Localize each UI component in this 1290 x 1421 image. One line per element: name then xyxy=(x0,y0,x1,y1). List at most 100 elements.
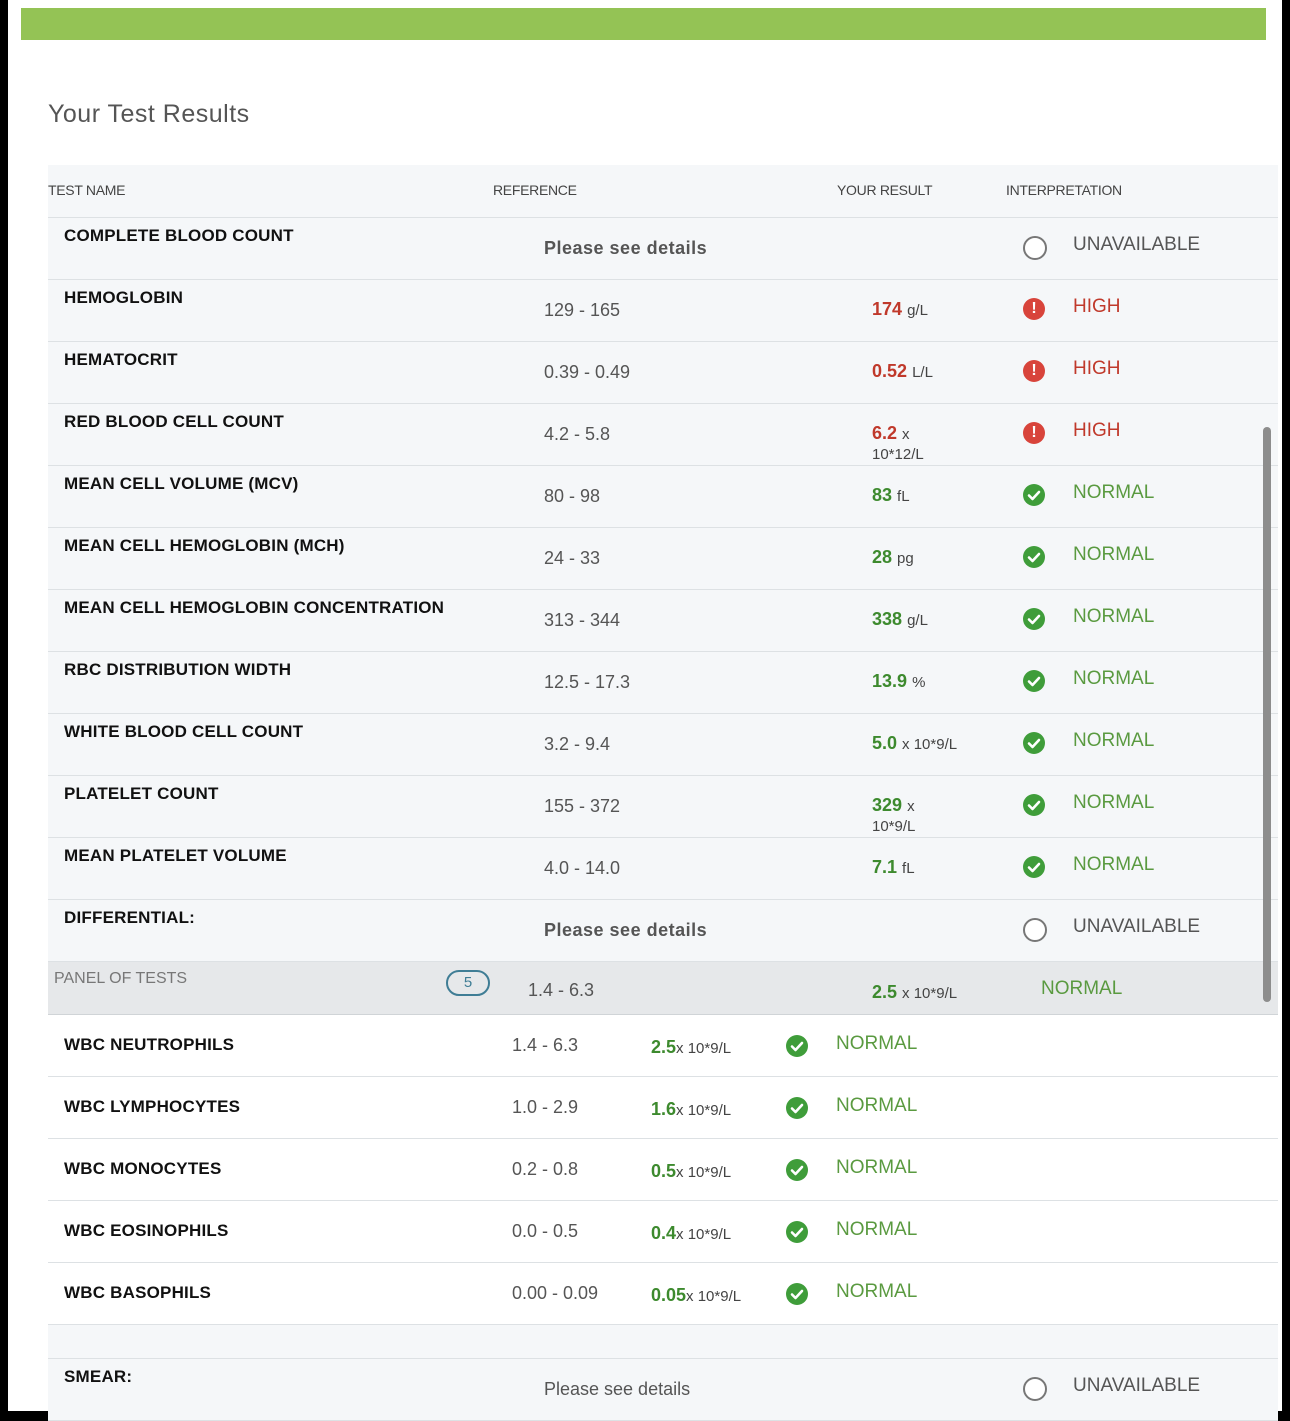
alert-icon: ! xyxy=(1023,422,1045,444)
result-unit: x 10*9/L xyxy=(902,736,958,753)
result-unit: % xyxy=(912,674,926,691)
table-row[interactable]: MEAN PLATELET VOLUME 4.0 - 14.0 7.1 fL NORM… xyxy=(48,838,1278,900)
result-unit: x 10*9/L xyxy=(676,1040,732,1057)
result-value: 2.5x 10*9/L xyxy=(651,1037,731,1058)
result-value: 6.2 x 10*12/L xyxy=(872,424,924,464)
reference-range: 80 - 98 xyxy=(544,486,601,506)
result-number: 2.5 xyxy=(651,1037,677,1057)
table-row[interactable]: WBC EOSINOPHILS 0.0 - 0.5 0.4x 10*9/L NORMA… xyxy=(48,1201,1278,1263)
interpretation-label: NORMAL xyxy=(836,1219,918,1240)
table-row[interactable]: MEAN CELL HEMOGLOBIN CONCENTRATION 313 - … xyxy=(48,590,1278,652)
result-number: 0.52 xyxy=(872,361,908,381)
unavailable-icon xyxy=(1023,918,1047,942)
table-row[interactable]: RBC DISTRIBUTION WIDTH 12.5 - 17.3 13.9 % N… xyxy=(48,652,1278,714)
test-name: WBC EOSINOPHILS xyxy=(64,1221,229,1240)
reference-range: 1.4 - 6.3 xyxy=(512,1035,579,1055)
test-name: PLATELET COUNT xyxy=(64,784,219,803)
table-header: TEST NAME REFERENCE YOUR RESULT INTERPRE… xyxy=(48,165,1278,218)
test-name: DIFFERENTIAL: xyxy=(64,908,196,927)
table-row[interactable]: WBC BASOPHILS 0.00 - 0.09 0.05x 10*9/L NORM… xyxy=(48,1263,1278,1325)
test-name: HEMATOCRIT xyxy=(64,350,178,369)
interpretation-label: NORMAL xyxy=(1073,606,1155,627)
interpretation-label: UNAVAILABLE xyxy=(1073,916,1201,937)
result-value: 5.0 x 10*9/L xyxy=(872,734,957,754)
panel-result-value: 2.5 xyxy=(872,982,898,1002)
result-unit: x xyxy=(907,798,915,815)
result-unit: g/L xyxy=(907,612,928,629)
table-row[interactable]: WBC MONOCYTES 0.2 - 0.8 0.5x 10*9/L NORMAL xyxy=(48,1139,1278,1201)
interpretation-label: NORMAL xyxy=(836,1033,918,1054)
reference-range: Please see details xyxy=(544,1379,691,1399)
panel-reference: 1.4 - 6.3 xyxy=(528,980,595,1000)
table-row[interactable]: WHITE BLOOD CELL COUNT 3.2 - 9.4 5.0 x 10*… xyxy=(48,714,1278,776)
result-unit-line2: 10*9/L xyxy=(872,818,916,835)
result-number: 0.5 xyxy=(651,1161,677,1181)
result-number: 174 xyxy=(872,299,903,319)
result-number: 13.9 xyxy=(872,671,908,691)
check-circle-icon xyxy=(786,1283,808,1305)
test-name: SMEAR: xyxy=(64,1367,133,1386)
result-number: 6.2 xyxy=(872,423,898,443)
panel-of-tests-row[interactable]: PANEL OF TESTS 5 1.4 - 6.3 2.5 x 10*9/L … xyxy=(48,962,1278,1015)
reference-range: 12.5 - 17.3 xyxy=(544,672,631,692)
interpretation-label: UNAVAILABLE xyxy=(1073,1375,1201,1396)
result-value: 338 g/L xyxy=(872,610,928,630)
table-row[interactable]: DIFFERENTIAL: Please see details UNAVAILAB… xyxy=(48,900,1278,962)
check-circle-icon xyxy=(786,1221,808,1243)
test-name: HEMOGLOBIN xyxy=(64,288,184,307)
result-value: 13.9 % xyxy=(872,672,925,692)
check-circle-icon xyxy=(1023,794,1045,816)
panel-result-unit: x 10*9/L xyxy=(902,985,958,1002)
result-value: 83 fL xyxy=(872,486,910,506)
scrollbar[interactable] xyxy=(1263,427,1271,1002)
reference-range: Please see details xyxy=(544,920,708,940)
table-row[interactable]: COMPLETE BLOOD COUNT Please see details UN… xyxy=(48,218,1278,280)
result-value: 329 x 10*9/L xyxy=(872,796,915,836)
test-name: WHITE BLOOD CELL COUNT xyxy=(64,722,304,741)
reference-range: 155 - 372 xyxy=(544,796,621,816)
interpretation-label: UNAVAILABLE xyxy=(1073,234,1201,255)
table-row[interactable]: MEAN CELL VOLUME (MCV) 80 - 98 83 fL NORMAL xyxy=(48,466,1278,528)
table-row[interactable]: HEMATOCRIT 0.39 - 0.49 0.52 L/L! HIGH xyxy=(48,342,1278,404)
result-number: 338 xyxy=(872,609,903,629)
table-row[interactable]: HEMOGLOBIN 129 - 165 174 g/L! HIGH xyxy=(48,280,1278,342)
table-row[interactable]: PLATELET COUNT 155 - 372 329 x 10*9/L NORMAL xyxy=(48,776,1278,838)
result-unit: x 10*9/L xyxy=(676,1164,732,1181)
interpretation-label: NORMAL xyxy=(1073,792,1155,813)
result-unit: fL xyxy=(897,488,910,505)
table-row[interactable]: MEAN CELL HEMOGLOBIN (MCH) 24 - 33 28 pg NO… xyxy=(48,528,1278,590)
result-unit: x 10*9/L xyxy=(676,1226,732,1243)
result-value: 0.52 L/L xyxy=(872,362,933,382)
result-number: 0.05 xyxy=(651,1285,687,1305)
table-row[interactable]: RED BLOOD CELL COUNT 4.2 - 5.8 6.2 x 10*12/… xyxy=(48,404,1278,466)
interpretation-label: NORMAL xyxy=(1073,854,1155,875)
table-row[interactable]: WBC LYMPHOCYTES 1.0 - 2.9 1.6x 10*9/L NORMA… xyxy=(48,1077,1278,1139)
result-number: 83 xyxy=(872,485,893,505)
result-value: 1.6x 10*9/L xyxy=(651,1099,731,1120)
panel-interpretation: NORMAL xyxy=(1041,978,1123,999)
result-unit-line2: 10*12/L xyxy=(872,446,924,463)
test-name: MEAN PLATELET VOLUME xyxy=(64,846,287,865)
col-your-result: YOUR RESULT xyxy=(837,182,933,198)
result-value: 0.5x 10*9/L xyxy=(651,1161,731,1182)
check-circle-icon xyxy=(1023,856,1045,878)
result-unit: x 10*9/L xyxy=(676,1102,732,1119)
result-unit: L/L xyxy=(912,364,933,381)
col-reference: REFERENCE xyxy=(493,182,577,198)
test-name: WBC BASOPHILS xyxy=(64,1283,212,1302)
reference-range: 0.0 - 0.5 xyxy=(512,1221,579,1241)
panel-count-badge[interactable]: 5 xyxy=(446,970,490,996)
test-name: WBC MONOCYTES xyxy=(64,1159,222,1178)
check-circle-icon xyxy=(1023,608,1045,630)
header-accent-bar xyxy=(21,8,1266,40)
table-row[interactable]: WBC NEUTROPHILS 1.4 - 6.3 2.5x 10*9/L NORMA… xyxy=(48,1015,1278,1077)
test-name: COMPLETE BLOOD COUNT xyxy=(64,226,294,245)
reference-range: Please see details xyxy=(544,238,708,258)
interpretation-label: NORMAL xyxy=(836,1281,918,1302)
result-unit: x xyxy=(902,426,910,443)
result-value: 174 g/L xyxy=(872,300,928,320)
alert-icon: ! xyxy=(1023,360,1045,382)
test-name: WBC NEUTROPHILS xyxy=(64,1035,235,1054)
table-row[interactable]: SMEAR: Please see details UNAVAILABLE xyxy=(48,1359,1278,1421)
test-name: MEAN CELL HEMOGLOBIN (MCH) xyxy=(64,536,345,555)
